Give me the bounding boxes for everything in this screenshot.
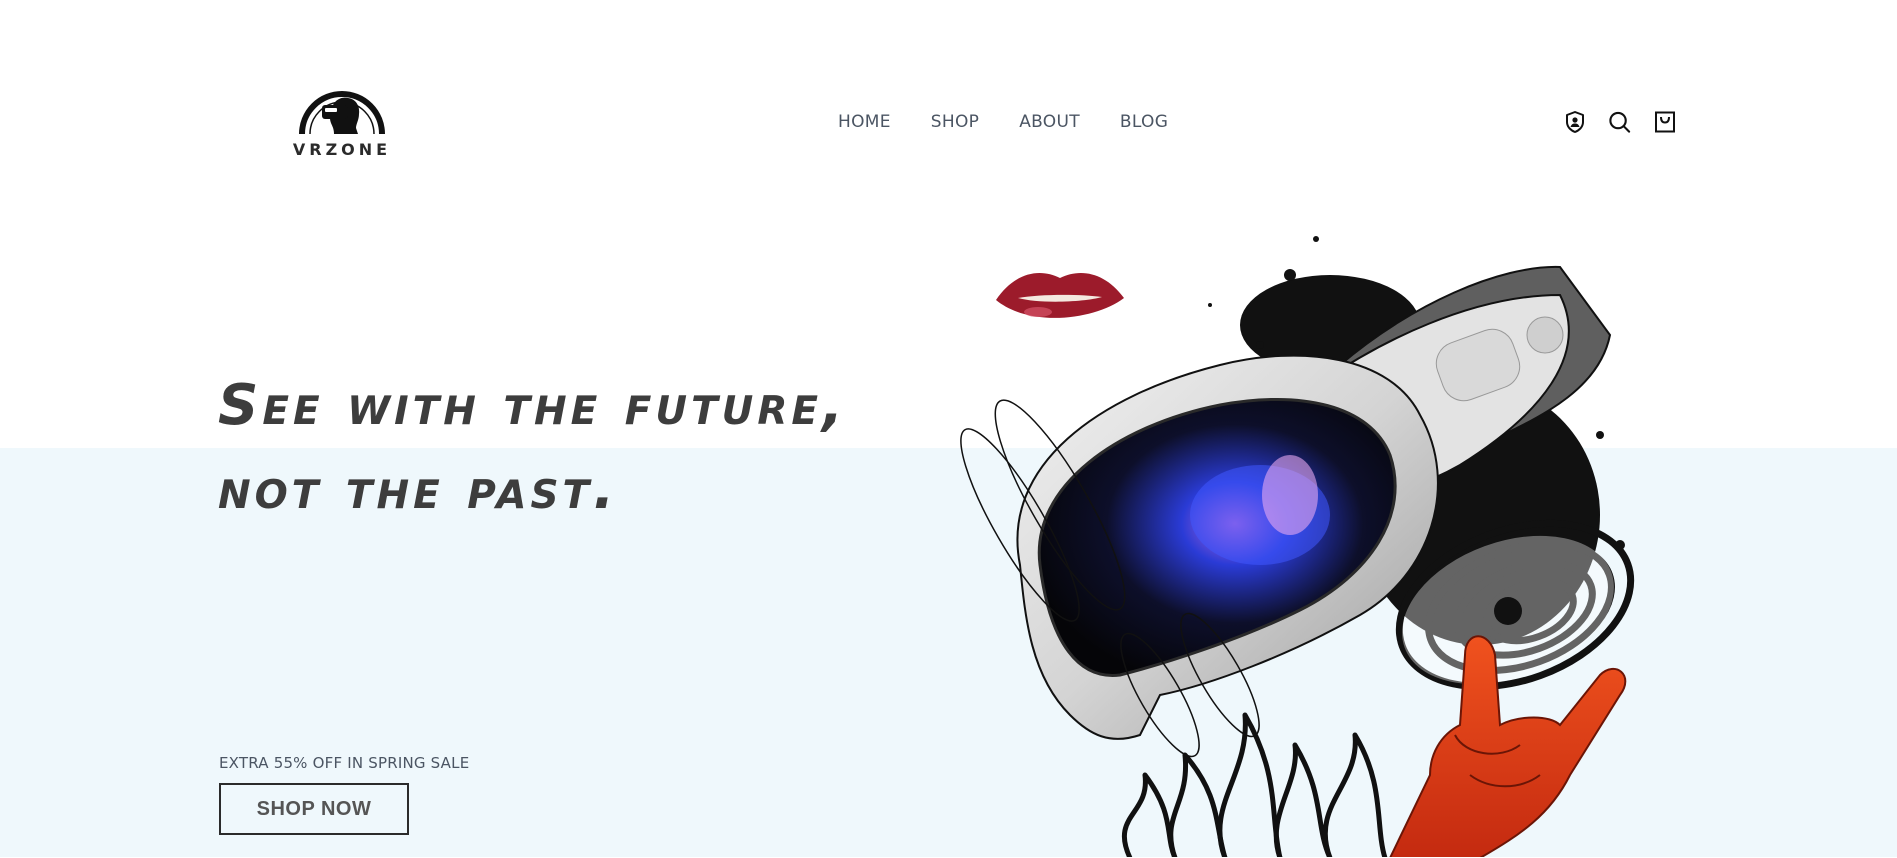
hero-headline-line-1: See with the future,: [218, 373, 848, 438]
cart-button[interactable]: [1653, 110, 1676, 133]
main-nav: HOME SHOP ABOUT BLOG: [838, 112, 1168, 132]
shop-now-button[interactable]: SHOP NOW: [219, 783, 409, 835]
nav-item-shop[interactable]: SHOP: [931, 112, 979, 132]
shopping-bag-icon: [1654, 111, 1675, 132]
brand-logo[interactable]: VRZONE: [290, 72, 394, 164]
promo-text: EXTRA 55% OFF IN SPRING SALE: [219, 754, 470, 772]
brand-name: VRZONE: [292, 140, 392, 159]
account-shield-icon: [1565, 110, 1584, 133]
search-icon: [1609, 111, 1631, 133]
search-button[interactable]: [1608, 110, 1631, 133]
nav-item-about[interactable]: ABOUT: [1019, 112, 1080, 132]
hero-headline-line-2: not the past.: [218, 457, 619, 522]
nav-item-home[interactable]: HOME: [838, 112, 891, 132]
page: VRZONE HOME SHOP ABOUT BLOG See with the…: [0, 0, 1897, 858]
hero-headline: See with the future, not the past.: [218, 364, 938, 532]
hero-artwork: [960, 215, 1680, 858]
header-icons: [1563, 110, 1676, 133]
account-button[interactable]: [1563, 110, 1586, 133]
vr-headset-collage-image: [960, 236, 1635, 858]
nav-item-blog[interactable]: BLOG: [1120, 112, 1168, 132]
vr-head-logo-icon: [299, 91, 385, 135]
